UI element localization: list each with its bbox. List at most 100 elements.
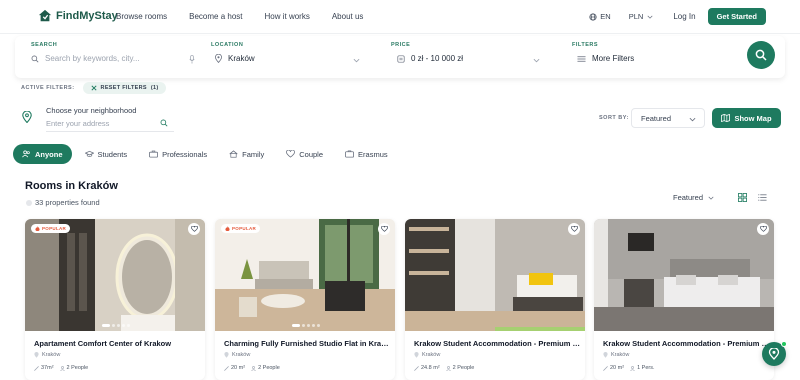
tab-couple[interactable]: Couple [277,144,332,164]
logo[interactable]: FindMyStay [38,9,118,23]
show-map-label: Show Map [734,113,772,123]
sort-value: Featured [641,114,672,123]
show-map-button[interactable]: Show Map [712,108,781,128]
favorite-button[interactable] [568,223,580,235]
sort-select[interactable]: Featured [631,108,705,128]
listing-people: 1 Pers. [630,365,655,371]
listing-title[interactable]: Charming Fully Furnished Studio Flat in … [224,339,390,348]
ruler-icon [224,365,229,371]
search-input[interactable]: Search by keywords, city... [45,54,140,63]
briefcase-icon [149,150,159,158]
listing-card[interactable]: POPULAR Apartament Comfort Center of Kra… [25,219,205,380]
map-pin-icon [215,54,222,63]
listing-city: Kraków [611,352,630,358]
listing-people: 2 People [251,365,280,371]
favorite-button[interactable] [378,223,390,235]
filters-label: FILTERS [572,42,599,48]
listing-location: Kraków [224,352,250,358]
chevron-down-icon [689,117,696,122]
tab-professionals[interactable]: Professionals [140,144,216,164]
tab-anyone[interactable]: Anyone [13,144,72,164]
favorite-button[interactable] [757,223,769,235]
nav-become-host[interactable]: Become a host [189,12,242,21]
listing-title[interactable]: Apartament Comfort Center of Krakow [34,339,200,348]
language-selector[interactable]: EN [589,12,611,21]
popular-badge: POPULAR [31,224,71,233]
bathroom-photo [25,219,205,331]
nav-about-us[interactable]: About us [332,12,364,21]
listing-people: 2 People [445,365,474,371]
tab-erasmus[interactable]: Erasmus [336,144,397,164]
microphone-icon[interactable] [189,55,195,64]
person-icon [251,365,256,371]
listing-area-value: 24.8 m² [421,365,440,371]
listing-photo[interactable] [594,219,774,331]
price-label: PRICE [391,42,411,48]
tab-students[interactable]: Students [76,144,137,164]
listing-location: Kraków [414,352,440,358]
listing-title[interactable]: Krakow Student Accommodation - Premium T… [414,339,580,348]
reset-filters-label: RESET FILTERS [100,85,147,91]
filters-field[interactable]: FILTERS More Filters [571,36,721,78]
person-icon [59,365,65,371]
main-nav: Browse rooms Become a host How it works … [116,12,385,21]
home-icon [229,150,238,158]
get-started-button[interactable]: Get Started [707,8,766,25]
listing-meta: 20 m² 1 Pers. [603,365,655,371]
listing-area-value: 20 m² [610,365,625,371]
active-filters-label: ACTIVE FILTERS: [21,85,75,91]
currency-selector[interactable]: PLN [629,12,654,21]
popular-badge: POPULAR [221,224,261,233]
results-sort-value: Featured [673,193,704,202]
heart-icon [570,226,578,232]
listing-photo[interactable]: POPULAR [215,219,395,331]
nav-browse-rooms[interactable]: Browse rooms [116,12,167,21]
price-tag-icon [397,54,405,63]
favorite-button[interactable] [188,223,200,235]
listing-photo[interactable] [405,219,585,331]
bedroom-photo [594,219,774,331]
address-input[interactable]: Enter your address [46,118,174,132]
tab-label: Students [97,149,128,159]
results-count-text: 33 properties found [35,198,100,207]
heart-icon [190,226,198,232]
search-field[interactable]: SEARCH Search by keywords, city... [31,36,201,78]
sort-by-label: SORT BY: [599,115,629,121]
listing-meta: 24.8 m² 2 People [414,365,474,371]
nav-how-it-works[interactable]: How it works [265,12,310,21]
people-icon [22,150,30,158]
tab-family[interactable]: Family [220,144,273,164]
top-navbar: FindMyStay Browse rooms Become a host Ho… [0,0,800,34]
student-room-photo [405,219,585,331]
listing-location: Kraków [603,352,629,358]
close-icon [90,85,97,91]
currency-label: PLN [628,12,644,21]
globe-icon [589,12,597,21]
listing-area: 20 m² [224,365,245,371]
listing-card[interactable]: Krakow Student Accommodation - Premium S… [594,219,774,380]
carousel-dots[interactable] [102,324,130,327]
tab-label: Anyone [35,149,63,159]
results-count: 33 properties found [26,198,100,207]
search-submit-button[interactable] [747,41,775,69]
listing-card[interactable]: Krakow Student Accommodation - Premium T… [405,219,585,380]
carousel-dots[interactable] [292,324,320,327]
grid-view-icon[interactable] [738,193,747,202]
listing-card[interactable]: POPULAR Charming Fully Furnished Studio … [215,219,395,380]
search-icon[interactable] [160,119,168,127]
reset-filters-button[interactable]: RESET FILTERS (1) [82,82,167,94]
listing-city: Kraków [422,352,441,358]
price-field[interactable]: PRICE 0 zł - 10 000 zł [391,36,551,78]
results-sort-dropdown[interactable]: Featured [673,193,714,202]
listing-photo[interactable]: POPULAR [25,219,205,331]
badge-label: POPULAR [42,226,67,231]
listing-title[interactable]: Krakow Student Accommodation - Premium S… [603,339,769,348]
globe-icon [345,150,354,158]
graduation-cap-icon [84,150,94,157]
listing-city: Kraków [232,352,251,358]
location-field[interactable]: LOCATION Kraków [211,36,371,78]
login-link[interactable]: Log In [673,12,695,21]
chevron-down-icon [533,58,540,63]
list-view-icon[interactable] [758,193,767,202]
search-label: SEARCH [31,42,58,48]
